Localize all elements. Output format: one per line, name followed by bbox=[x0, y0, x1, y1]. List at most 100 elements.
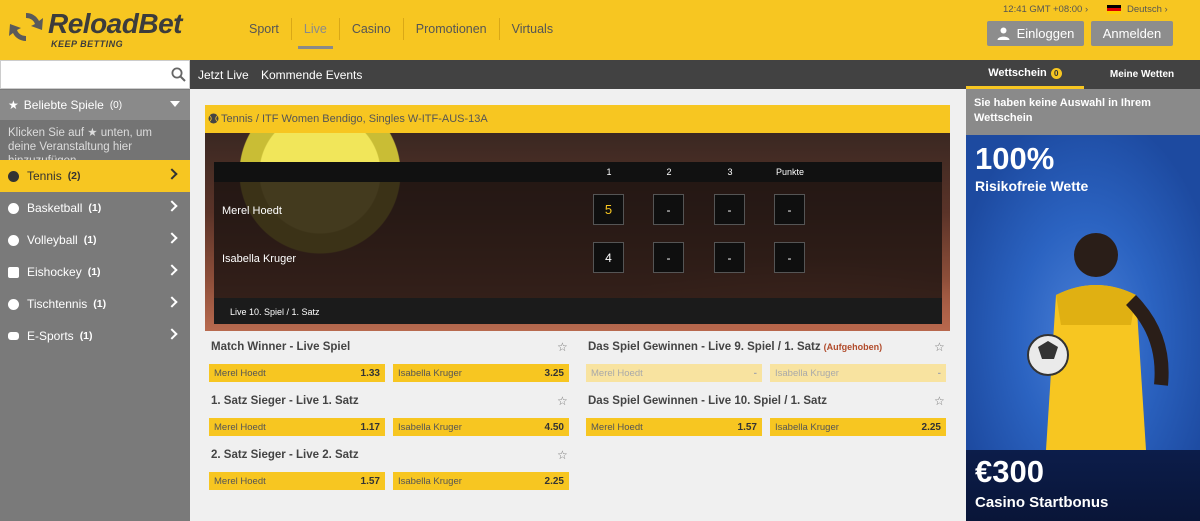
sidebar-item-tischtennis[interactable]: Tischtennis (1) bbox=[0, 288, 190, 320]
odd-button[interactable]: Isabella Kruger 4.50 bbox=[393, 418, 569, 436]
caret-down-icon bbox=[170, 101, 180, 107]
sport-count: (1) bbox=[79, 330, 93, 342]
promo-banner[interactable]: 100% Risikofreie Wette €300 Casino Start… bbox=[966, 135, 1200, 521]
odd-label: Isabella Kruger bbox=[775, 367, 839, 379]
scoreboard: 1 2 3 Punkte Merel Hoedt 5 - - - Isabell… bbox=[214, 162, 942, 324]
match-status: Live 10. Spiel / 1. Satz bbox=[230, 307, 320, 317]
odd-button[interactable]: Isabella Kruger 2.25 bbox=[770, 418, 946, 436]
sport-count: (1) bbox=[87, 266, 101, 278]
tab-label: Wettschein bbox=[988, 67, 1047, 79]
market-set-2-winner: 2. Satz Sieger - Live 2. Satz ☆ Merel Ho… bbox=[205, 445, 569, 499]
favorites-label: Beliebte Spiele bbox=[23, 98, 104, 112]
odd-label: Merel Hoedt bbox=[591, 367, 643, 379]
favorite-star-icon[interactable]: ☆ bbox=[934, 340, 945, 354]
odd-button[interactable]: Isabella Kruger 3.25 bbox=[393, 364, 569, 382]
bonus-amount: €300 bbox=[975, 454, 1044, 489]
odd-value: 4.50 bbox=[544, 421, 564, 433]
top-header: ReloadBet KEEP BETTING Sport Live Casino… bbox=[0, 0, 1200, 60]
sidebar-item-eishockey[interactable]: Eishockey (1) bbox=[0, 256, 190, 288]
tennis-ball-icon bbox=[208, 113, 219, 124]
star-icon: ★ bbox=[8, 98, 19, 112]
favorites-header[interactable]: ★ Beliebte Spiele (0) bbox=[0, 90, 190, 120]
sport-count: (1) bbox=[83, 234, 97, 246]
football-player-illustration bbox=[1027, 233, 1169, 450]
market-game-9: Das Spiel Gewinnen - Live 9. Spiel / 1. … bbox=[582, 337, 946, 391]
sports-sidebar: ★ Beliebte Spiele (0) Klicken Sie auf ★ … bbox=[0, 60, 190, 521]
score-box: - bbox=[714, 242, 745, 273]
register-button[interactable]: Anmelden bbox=[1091, 21, 1173, 46]
odd-value: 3.25 bbox=[544, 367, 564, 379]
search-icon[interactable] bbox=[171, 67, 186, 82]
sidebar-item-volleyball[interactable]: Volleyball (1) bbox=[0, 224, 190, 256]
nav-promotionen[interactable]: Promotionen bbox=[402, 18, 499, 40]
market-title-text: Das Spiel Gewinnen - Live 9. Spiel / 1. … bbox=[588, 341, 821, 353]
chevron-right-icon bbox=[166, 200, 178, 212]
col-points: Punkte bbox=[775, 167, 805, 177]
betslip-tabs: Wettschein 0 Meine Wetten bbox=[966, 60, 1200, 89]
odd-value: 1.57 bbox=[360, 475, 380, 487]
score-box: - bbox=[653, 194, 684, 225]
odd-label: Isabella Kruger bbox=[398, 421, 462, 433]
language-selector[interactable]: Deutsch › bbox=[1107, 4, 1168, 15]
market-set-1-winner: 1. Satz Sieger - Live 1. Satz ☆ Merel Ho… bbox=[205, 391, 569, 445]
market-title: 1. Satz Sieger - Live 1. Satz bbox=[211, 395, 359, 407]
tennis-ball-icon bbox=[8, 170, 19, 182]
betslip-empty-message: Sie haben keine Auswahl in Ihrem Wettsch… bbox=[974, 97, 1151, 124]
table-tennis-icon bbox=[8, 298, 19, 310]
event-main: Tennis / ITF Women Bendigo, Singles W-IT… bbox=[190, 89, 966, 521]
odd-button-disabled: Merel Hoedt - bbox=[586, 364, 762, 382]
timezone-clock[interactable]: 12:41 GMT +08:00 › bbox=[1003, 4, 1088, 15]
tab-wettschein[interactable]: Wettschein 0 bbox=[966, 60, 1084, 89]
col-set-2: 2 bbox=[666, 167, 672, 177]
col-set-3: 3 bbox=[727, 167, 733, 177]
odd-label: Isabella Kruger bbox=[398, 475, 462, 487]
promo-headline: 100% bbox=[975, 141, 1055, 176]
nav-casino[interactable]: Casino bbox=[338, 18, 403, 40]
sidebar-item-basketball[interactable]: Basketball (1) bbox=[0, 192, 190, 224]
tab-jetzt-live[interactable]: Jetzt Live bbox=[198, 68, 249, 82]
favorite-star-icon[interactable]: ☆ bbox=[934, 394, 945, 408]
promo-casino-bonus: €300 Casino Startbonus bbox=[966, 450, 1200, 521]
chevron-right-icon bbox=[166, 232, 178, 244]
nav-live[interactable]: Live bbox=[290, 18, 339, 49]
odd-value: 1.57 bbox=[737, 421, 757, 433]
search-input[interactable] bbox=[0, 60, 190, 89]
odd-value: 2.25 bbox=[544, 475, 564, 487]
nav-sport[interactable]: Sport bbox=[237, 18, 291, 40]
score-box: - bbox=[774, 242, 805, 273]
favorite-star-icon[interactable]: ☆ bbox=[557, 394, 568, 408]
brand-tagline: KEEP BETTING bbox=[51, 39, 124, 49]
reloadbet-logo[interactable]: ReloadBet KEEP BETTING bbox=[8, 8, 188, 51]
player-2-name: Isabella Kruger bbox=[222, 253, 296, 265]
odd-value: - bbox=[753, 367, 757, 379]
odd-button[interactable]: Merel Hoedt 1.57 bbox=[586, 418, 762, 436]
nav-virtuals[interactable]: Virtuals bbox=[498, 18, 565, 40]
sidebar-item-tennis[interactable]: Tennis (2) bbox=[0, 160, 190, 192]
score-box: - bbox=[774, 194, 805, 225]
odd-label: Merel Hoedt bbox=[591, 421, 643, 433]
odd-button[interactable]: Merel Hoedt 1.33 bbox=[209, 364, 385, 382]
market-game-10: Das Spiel Gewinnen - Live 10. Spiel / 1.… bbox=[582, 391, 946, 445]
sport-count: (1) bbox=[93, 298, 107, 310]
favorite-star-icon[interactable]: ☆ bbox=[557, 448, 568, 462]
tab-kommende-events[interactable]: Kommende Events bbox=[261, 68, 362, 82]
sidebar-item-esports[interactable]: E-Sports (1) bbox=[0, 320, 190, 352]
chevron-right-icon bbox=[166, 168, 178, 180]
promo-subline: Risikofreie Wette bbox=[975, 178, 1089, 194]
tab-meine-wetten[interactable]: Meine Wetten bbox=[1084, 60, 1200, 89]
odd-button[interactable]: Isabella Kruger 2.25 bbox=[393, 472, 569, 490]
betslip-panel: Wettschein 0 Meine Wetten Sie haben kein… bbox=[966, 60, 1200, 521]
col-set-1: 1 bbox=[606, 167, 612, 177]
language-label: Deutsch › bbox=[1127, 4, 1168, 15]
player-1-name: Merel Hoedt bbox=[222, 205, 282, 217]
market-title: Match Winner - Live Spiel bbox=[211, 341, 351, 353]
score-box: - bbox=[714, 194, 745, 225]
favorite-star-icon[interactable]: ☆ bbox=[557, 340, 568, 354]
user-icon bbox=[997, 27, 1010, 40]
live-subnav: Jetzt Live Kommende Events bbox=[190, 60, 966, 89]
reload-arrows-icon bbox=[9, 12, 43, 42]
scoreboard-background: 1 2 3 Punkte Merel Hoedt 5 - - - Isabell… bbox=[205, 133, 950, 331]
odd-button[interactable]: Merel Hoedt 1.17 bbox=[209, 418, 385, 436]
odd-button[interactable]: Merel Hoedt 1.57 bbox=[209, 472, 385, 490]
login-button[interactable]: Einloggen bbox=[987, 21, 1084, 46]
